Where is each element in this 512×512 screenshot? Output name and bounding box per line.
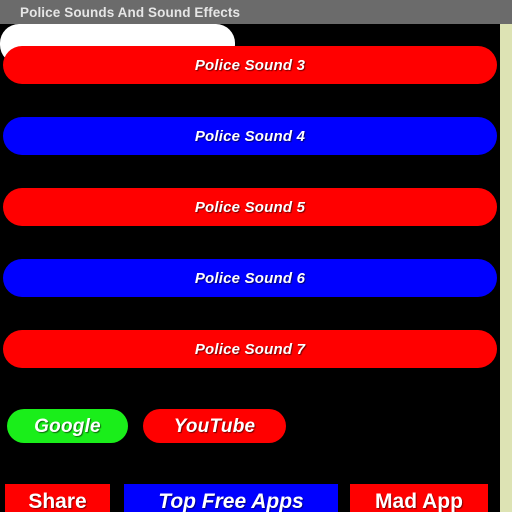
sound-button-police-sound-3[interactable]: Police Sound 3 bbox=[3, 46, 497, 84]
sound-button-police-sound-5[interactable]: Police Sound 5 bbox=[3, 188, 497, 226]
share-button[interactable]: Share bbox=[5, 484, 110, 512]
sound-button-police-sound-4[interactable]: Police Sound 4 bbox=[3, 117, 497, 155]
page-edge-strip bbox=[500, 24, 512, 512]
app-body: Police Sound 3 Police Sound 4 Police Sou… bbox=[0, 24, 512, 512]
window-titlebar: Police Sounds And Sound Effects bbox=[0, 0, 512, 24]
top-free-apps-button[interactable]: Top Free Apps bbox=[124, 484, 338, 512]
window-title: Police Sounds And Sound Effects bbox=[20, 4, 241, 20]
sound-button-police-sound-7[interactable]: Police Sound 7 bbox=[3, 330, 497, 368]
google-button[interactable]: Google bbox=[7, 409, 128, 443]
content-column: Police Sound 3 Police Sound 4 Police Sou… bbox=[0, 24, 500, 512]
mad-app-button[interactable]: Mad App bbox=[350, 484, 488, 512]
sound-button-police-sound-6[interactable]: Police Sound 6 bbox=[3, 259, 497, 297]
youtube-button[interactable]: YouTube bbox=[143, 409, 286, 443]
